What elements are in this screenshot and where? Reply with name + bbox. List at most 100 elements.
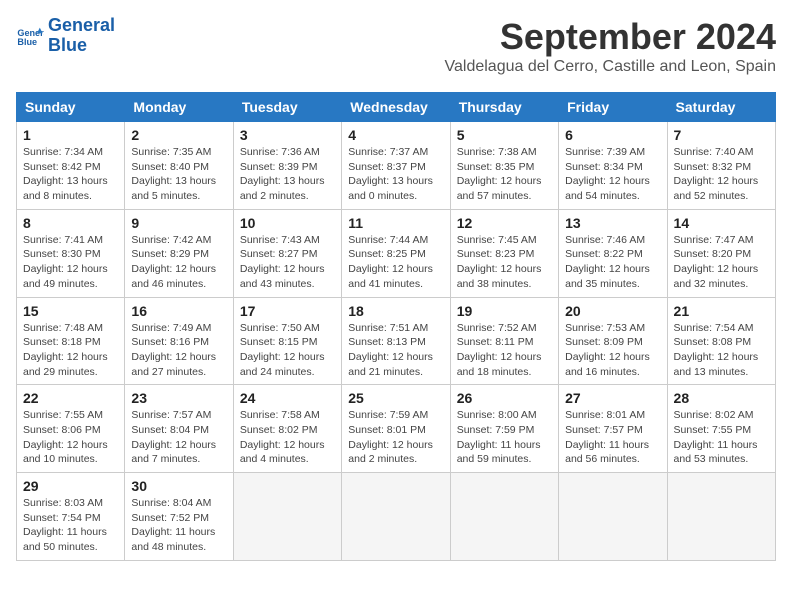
day-info: Sunrise: 7:36 AMSunset: 8:39 PMDaylight:… (240, 145, 335, 204)
calendar-cell (233, 473, 341, 561)
logo: General Blue General Blue (16, 16, 115, 56)
calendar-week-4: 22 Sunrise: 7:55 AMSunset: 8:06 PMDayligh… (17, 385, 776, 473)
logo-icon: General Blue (16, 22, 44, 50)
calendar-cell: 28 Sunrise: 8:02 AMSunset: 7:55 PMDayligh… (667, 385, 775, 473)
day-number: 27 (565, 390, 660, 406)
calendar: SundayMondayTuesdayWednesdayThursdayFrid… (16, 92, 776, 561)
calendar-cell: 1 Sunrise: 7:34 AMSunset: 8:42 PMDaylight… (17, 122, 125, 210)
day-info: Sunrise: 7:53 AMSunset: 8:09 PMDaylight:… (565, 321, 660, 380)
location-title: Valdelagua del Cerro, Castille and Leon,… (445, 58, 776, 76)
calendar-cell: 4 Sunrise: 7:37 AMSunset: 8:37 PMDaylight… (342, 122, 450, 210)
day-info: Sunrise: 7:34 AMSunset: 8:42 PMDaylight:… (23, 145, 118, 204)
day-number: 16 (131, 303, 226, 319)
day-number: 22 (23, 390, 118, 406)
day-number: 2 (131, 127, 226, 143)
calendar-header-sunday: Sunday (17, 93, 125, 122)
calendar-cell: 19Sunrise: 7:52 AMSunset: 8:11 PMDayligh… (450, 297, 558, 385)
day-info: Sunrise: 7:57 AMSunset: 8:04 PMDaylight:… (131, 408, 226, 467)
day-info: Sunrise: 7:41 AMSunset: 8:30 PMDaylight:… (23, 233, 118, 292)
day-number: 25 (348, 390, 443, 406)
calendar-week-5: 29 Sunrise: 8:03 AMSunset: 7:54 PMDayligh… (17, 473, 776, 561)
day-info: Sunrise: 7:52 AMSunset: 8:11 PMDaylight:… (457, 321, 552, 380)
calendar-header-thursday: Thursday (450, 93, 558, 122)
day-info: Sunrise: 7:54 AMSunset: 8:08 PMDaylight:… (674, 321, 769, 380)
day-info: Sunrise: 7:39 AMSunset: 8:34 PMDaylight:… (565, 145, 660, 204)
day-number: 5 (457, 127, 552, 143)
day-number: 3 (240, 127, 335, 143)
calendar-header-tuesday: Tuesday (233, 93, 341, 122)
calendar-cell: 15Sunrise: 7:48 AMSunset: 8:18 PMDayligh… (17, 297, 125, 385)
month-title: September 2024 (445, 16, 776, 58)
day-info: Sunrise: 7:47 AMSunset: 8:20 PMDaylight:… (674, 233, 769, 292)
calendar-cell: 6 Sunrise: 7:39 AMSunset: 8:34 PMDaylight… (559, 122, 667, 210)
calendar-cell: 23Sunrise: 7:57 AMSunset: 8:04 PMDayligh… (125, 385, 233, 473)
day-number: 4 (348, 127, 443, 143)
calendar-cell: 18 Sunrise: 7:51 AMSunset: 8:13 PMDayligh… (342, 297, 450, 385)
calendar-cell (342, 473, 450, 561)
day-number: 7 (674, 127, 769, 143)
day-number: 15 (23, 303, 118, 319)
calendar-cell: 24 Sunrise: 7:58 AMSunset: 8:02 PMDayligh… (233, 385, 341, 473)
calendar-cell: 21 Sunrise: 7:54 AMSunset: 8:08 PMDayligh… (667, 297, 775, 385)
day-info: Sunrise: 7:37 AMSunset: 8:37 PMDaylight:… (348, 145, 443, 204)
calendar-body: 1 Sunrise: 7:34 AMSunset: 8:42 PMDaylight… (17, 122, 776, 561)
day-info: Sunrise: 8:02 AMSunset: 7:55 PMDaylight:… (674, 408, 769, 467)
logo-line2: Blue (48, 36, 115, 56)
day-number: 14 (674, 215, 769, 231)
day-number: 10 (240, 215, 335, 231)
calendar-week-3: 15Sunrise: 7:48 AMSunset: 8:18 PMDayligh… (17, 297, 776, 385)
calendar-header-wednesday: Wednesday (342, 93, 450, 122)
calendar-cell: 29 Sunrise: 8:03 AMSunset: 7:54 PMDayligh… (17, 473, 125, 561)
calendar-cell: 17 Sunrise: 7:50 AMSunset: 8:15 PMDayligh… (233, 297, 341, 385)
calendar-cell (559, 473, 667, 561)
calendar-header-monday: Monday (125, 93, 233, 122)
day-number: 8 (23, 215, 118, 231)
day-info: Sunrise: 8:04 AMSunset: 7:52 PMDaylight:… (131, 496, 226, 555)
day-info: Sunrise: 7:43 AMSunset: 8:27 PMDaylight:… (240, 233, 335, 292)
day-info: Sunrise: 7:40 AMSunset: 8:32 PMDaylight:… (674, 145, 769, 204)
day-number: 26 (457, 390, 552, 406)
calendar-cell: 2Sunrise: 7:35 AMSunset: 8:40 PMDaylight… (125, 122, 233, 210)
calendar-cell: 13Sunrise: 7:46 AMSunset: 8:22 PMDayligh… (559, 209, 667, 297)
calendar-cell: 11 Sunrise: 7:44 AMSunset: 8:25 PMDayligh… (342, 209, 450, 297)
calendar-cell: 22 Sunrise: 7:55 AMSunset: 8:06 PMDayligh… (17, 385, 125, 473)
day-info: Sunrise: 8:00 AMSunset: 7:59 PMDaylight:… (457, 408, 552, 467)
logo-text: General Blue (48, 16, 115, 56)
calendar-cell (667, 473, 775, 561)
day-info: Sunrise: 8:03 AMSunset: 7:54 PMDaylight:… (23, 496, 118, 555)
day-number: 18 (348, 303, 443, 319)
calendar-cell (450, 473, 558, 561)
day-number: 9 (131, 215, 226, 231)
day-number: 17 (240, 303, 335, 319)
svg-text:Blue: Blue (17, 37, 37, 47)
day-number: 21 (674, 303, 769, 319)
day-number: 11 (348, 215, 443, 231)
day-info: Sunrise: 7:42 AMSunset: 8:29 PMDaylight:… (131, 233, 226, 292)
day-info: Sunrise: 7:45 AMSunset: 8:23 PMDaylight:… (457, 233, 552, 292)
day-number: 1 (23, 127, 118, 143)
day-info: Sunrise: 8:01 AMSunset: 7:57 PMDaylight:… (565, 408, 660, 467)
calendar-cell: 3 Sunrise: 7:36 AMSunset: 8:39 PMDaylight… (233, 122, 341, 210)
day-info: Sunrise: 7:44 AMSunset: 8:25 PMDaylight:… (348, 233, 443, 292)
calendar-week-2: 8 Sunrise: 7:41 AMSunset: 8:30 PMDaylight… (17, 209, 776, 297)
calendar-cell: 9 Sunrise: 7:42 AMSunset: 8:29 PMDaylight… (125, 209, 233, 297)
day-number: 20 (565, 303, 660, 319)
calendar-cell: 26 Sunrise: 8:00 AMSunset: 7:59 PMDayligh… (450, 385, 558, 473)
day-number: 24 (240, 390, 335, 406)
day-number: 28 (674, 390, 769, 406)
calendar-cell: 30 Sunrise: 8:04 AMSunset: 7:52 PMDayligh… (125, 473, 233, 561)
day-info: Sunrise: 7:51 AMSunset: 8:13 PMDaylight:… (348, 321, 443, 380)
day-info: Sunrise: 7:58 AMSunset: 8:02 PMDaylight:… (240, 408, 335, 467)
day-number: 30 (131, 478, 226, 494)
day-info: Sunrise: 7:59 AMSunset: 8:01 PMDaylight:… (348, 408, 443, 467)
day-number: 6 (565, 127, 660, 143)
day-info: Sunrise: 7:55 AMSunset: 8:06 PMDaylight:… (23, 408, 118, 467)
day-info: Sunrise: 7:38 AMSunset: 8:35 PMDaylight:… (457, 145, 552, 204)
calendar-cell: 10 Sunrise: 7:43 AMSunset: 8:27 PMDayligh… (233, 209, 341, 297)
calendar-cell: 25 Sunrise: 7:59 AMSunset: 8:01 PMDayligh… (342, 385, 450, 473)
day-info: Sunrise: 7:50 AMSunset: 8:15 PMDaylight:… (240, 321, 335, 380)
calendar-header-saturday: Saturday (667, 93, 775, 122)
calendar-cell: 16 Sunrise: 7:49 AMSunset: 8:16 PMDayligh… (125, 297, 233, 385)
day-info: Sunrise: 7:49 AMSunset: 8:16 PMDaylight:… (131, 321, 226, 380)
day-number: 29 (23, 478, 118, 494)
